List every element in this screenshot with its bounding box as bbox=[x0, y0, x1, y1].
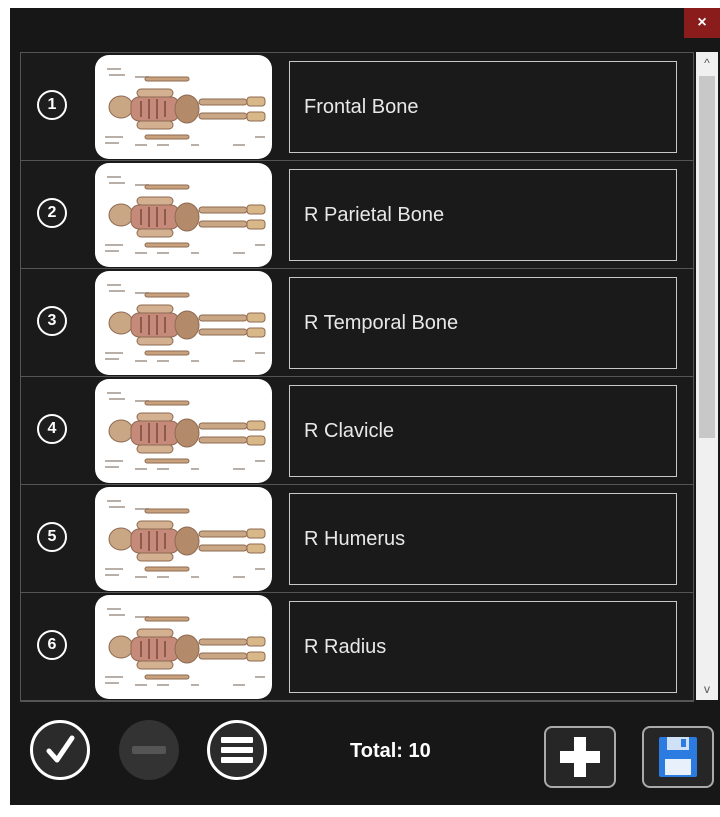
menu-icon bbox=[221, 737, 253, 763]
footer-toolbar: Total: 10 bbox=[10, 714, 720, 794]
skeleton-thumbnail[interactable] bbox=[95, 487, 272, 591]
item-name-field[interactable]: Frontal Bone bbox=[289, 61, 677, 153]
item-name-field[interactable]: R Temporal Bone bbox=[289, 277, 677, 369]
chevron-up-icon: ^ bbox=[704, 56, 710, 70]
minus-icon bbox=[132, 746, 166, 754]
total-count: Total: 10 bbox=[350, 740, 431, 762]
item-number-badge: 1 bbox=[37, 90, 67, 120]
list-item[interactable]: 5 R Humerus bbox=[21, 485, 693, 593]
item-name-field[interactable]: R Clavicle bbox=[289, 385, 677, 477]
item-name-field[interactable]: R Humerus bbox=[289, 493, 677, 585]
check-icon bbox=[46, 735, 75, 763]
save-icon bbox=[659, 737, 697, 777]
item-number-badge: 6 bbox=[37, 630, 67, 660]
skeleton-thumbnail[interactable] bbox=[95, 163, 272, 267]
dialog-panel: × 1 Frontal Bone 2 R Parietal Bone 3 R Tempor… bbox=[10, 8, 720, 805]
item-name-field[interactable]: R Parietal Bone bbox=[289, 169, 677, 261]
menu-button[interactable] bbox=[207, 720, 267, 780]
chevron-down-icon: v bbox=[704, 682, 710, 696]
remove-button[interactable] bbox=[119, 720, 179, 780]
item-number-badge: 3 bbox=[37, 306, 67, 336]
list-item[interactable]: 6 R Radius bbox=[21, 593, 693, 701]
list-item[interactable]: 2 R Parietal Bone bbox=[21, 161, 693, 269]
scroll-up-button[interactable]: ^ bbox=[696, 52, 718, 74]
item-number-badge: 2 bbox=[37, 198, 67, 228]
item-number-badge: 4 bbox=[37, 414, 67, 444]
scroll-thumb[interactable] bbox=[699, 76, 715, 438]
skeleton-thumbnail[interactable] bbox=[95, 595, 272, 699]
list-item[interactable]: 3 R Temporal Bone bbox=[21, 269, 693, 377]
close-icon: × bbox=[697, 14, 707, 31]
confirm-button[interactable] bbox=[30, 720, 90, 780]
skeleton-thumbnail[interactable] bbox=[95, 379, 272, 483]
bone-list: 1 Frontal Bone 2 R Parietal Bone 3 R Temporal… bbox=[20, 52, 694, 702]
skeleton-thumbnail[interactable] bbox=[95, 271, 272, 375]
plus-icon bbox=[560, 737, 600, 777]
item-number-badge: 5 bbox=[37, 522, 67, 552]
scroll-down-button[interactable]: v bbox=[696, 678, 718, 700]
add-button[interactable] bbox=[544, 726, 616, 788]
close-button[interactable]: × bbox=[684, 8, 720, 38]
item-name-field[interactable]: R Radius bbox=[289, 601, 677, 693]
save-button[interactable] bbox=[642, 726, 714, 788]
scrollbar[interactable]: ^ v bbox=[696, 52, 718, 700]
list-item[interactable]: 4 R Clavicle bbox=[21, 377, 693, 485]
skeleton-thumbnail[interactable] bbox=[95, 55, 272, 159]
list-item[interactable]: 1 Frontal Bone bbox=[21, 53, 693, 161]
